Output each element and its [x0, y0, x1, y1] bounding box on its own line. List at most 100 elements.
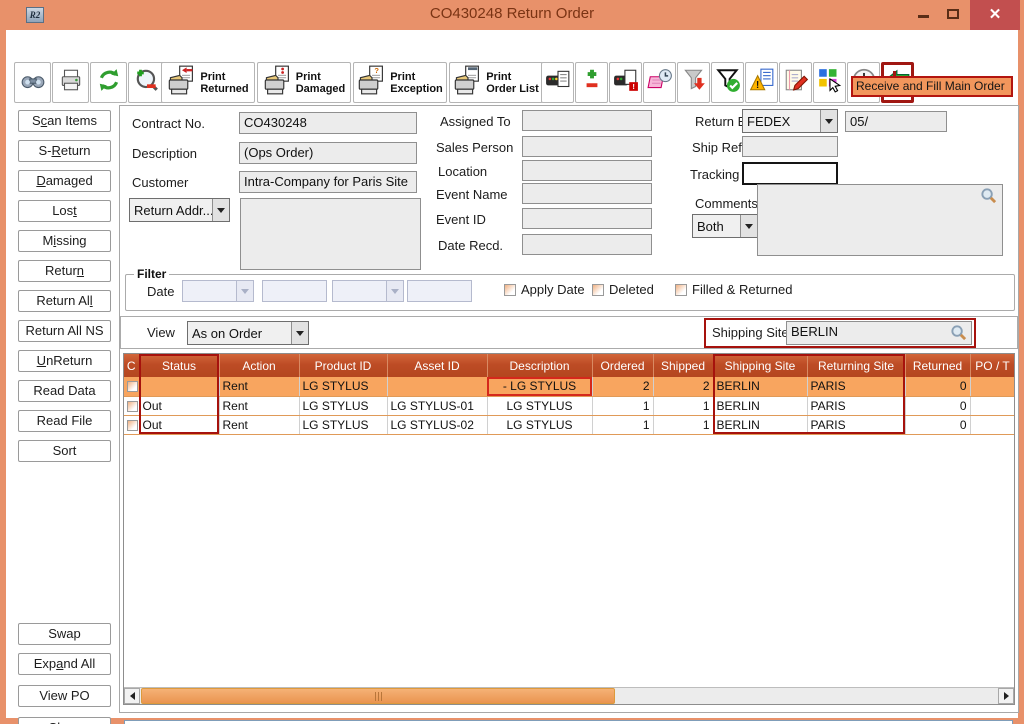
- return-date-field[interactable]: 05/: [845, 111, 947, 132]
- cell-product_id[interactable]: LG STYLUS: [299, 396, 387, 415]
- event-id-field[interactable]: [522, 208, 652, 229]
- sidebar-button-unreturn[interactable]: UnReturn: [18, 350, 111, 372]
- chevron-down-icon[interactable]: [291, 322, 308, 344]
- cell-returning_site[interactable]: PARIS: [807, 377, 905, 396]
- cell-returned[interactable]: 0: [905, 415, 970, 434]
- assigned-to-field[interactable]: [522, 110, 652, 131]
- column-header-ordered[interactable]: Ordered: [592, 354, 653, 377]
- toolbar-button-equipment-list[interactable]: [541, 62, 574, 103]
- cell-returning_site[interactable]: PARIS: [807, 396, 905, 415]
- cell-po[interactable]: [970, 396, 1015, 415]
- horizontal-scrollbar[interactable]: [124, 687, 1014, 704]
- column-header-returning_site[interactable]: Returning Site: [807, 354, 905, 377]
- cell-action[interactable]: Rent: [219, 396, 299, 415]
- cell-ordered[interactable]: 1: [592, 415, 653, 434]
- close-button[interactable]: ✕: [970, 0, 1020, 30]
- cell-asset_id[interactable]: LG STYLUS-02: [387, 415, 487, 434]
- column-header-c[interactable]: C: [124, 354, 139, 377]
- toolbar-button-refresh[interactable]: [90, 62, 127, 103]
- sidebar-button-s-return[interactable]: S-Return: [18, 140, 111, 162]
- comments-textarea[interactable]: [757, 184, 1003, 256]
- cell-asset_id[interactable]: [387, 377, 487, 396]
- toolbar-button-add-remove[interactable]: [575, 62, 608, 103]
- comments-filter-dropdown[interactable]: Both: [692, 214, 758, 238]
- toolbar-button-print[interactable]: [52, 62, 89, 103]
- cell-ordered[interactable]: 2: [592, 377, 653, 396]
- sidebar-button-damaged[interactable]: Damaged: [18, 170, 111, 192]
- cell-asset_id[interactable]: LG STYLUS-01: [387, 396, 487, 415]
- cell-product_id[interactable]: LG STYLUS: [299, 415, 387, 434]
- cell-shipping_site[interactable]: BERLIN: [713, 415, 807, 434]
- row-select-cell[interactable]: [124, 396, 139, 415]
- cell-status[interactable]: Out: [139, 415, 219, 434]
- toolbar-button-print-damaged[interactable]: PrintDamaged: [257, 62, 351, 103]
- sidebar-button-return-all[interactable]: Return All: [18, 290, 111, 312]
- column-header-action[interactable]: Action: [219, 354, 299, 377]
- cell-po[interactable]: [970, 415, 1015, 434]
- customer-field[interactable]: Intra-Company for Paris Site: [239, 171, 417, 193]
- table-row[interactable]: OutRentLG STYLUSLG STYLUS-02LG STYLUS11B…: [124, 415, 1015, 434]
- table-row[interactable]: OutRentLG STYLUSLG STYLUS-01LG STYLUS11B…: [124, 396, 1015, 415]
- toolbar-button-color-select[interactable]: [813, 62, 846, 103]
- sidebar-button-close[interactable]: Close: [18, 717, 111, 724]
- chevron-down-icon[interactable]: [212, 199, 229, 221]
- cell-shipped[interactable]: 1: [653, 415, 713, 434]
- cell-ordered[interactable]: 1: [592, 396, 653, 415]
- checkbox-icon[interactable]: [504, 284, 516, 296]
- deleted-checkbox[interactable]: Deleted: [592, 282, 654, 297]
- cell-action[interactable]: Rent: [219, 377, 299, 396]
- chevron-down-icon[interactable]: [740, 215, 757, 237]
- maximize-button[interactable]: [938, 0, 968, 30]
- toolbar-button-filter-check[interactable]: [711, 62, 744, 103]
- sidebar-button-read-file[interactable]: Read File: [18, 410, 111, 432]
- filled-returned-checkbox[interactable]: Filled & Returned: [675, 282, 792, 297]
- comments-search-icon[interactable]: [980, 187, 997, 209]
- column-header-shipping_site[interactable]: Shipping Site: [713, 354, 807, 377]
- cell-product_id[interactable]: LG STYLUS: [299, 377, 387, 396]
- cell-description[interactable]: LG STYLUS: [487, 396, 592, 415]
- chevron-down-icon[interactable]: [820, 110, 837, 132]
- sidebar-button-read-data[interactable]: Read Data: [18, 380, 111, 402]
- sidebar-button-swap[interactable]: Swap: [18, 623, 111, 645]
- scroll-right-button[interactable]: [998, 688, 1014, 704]
- checkbox-icon[interactable]: [592, 284, 604, 296]
- toolbar-button-print-exception[interactable]: ?PrintException: [353, 62, 447, 103]
- scrollbar-thumb[interactable]: [141, 688, 615, 704]
- column-header-product_id[interactable]: Product ID: [299, 354, 387, 377]
- cell-returned[interactable]: 0: [905, 396, 970, 415]
- table-row[interactable]: RentLG STYLUS- LG STYLUS22BERLINPARIS0: [124, 377, 1015, 396]
- sidebar-button-lost[interactable]: Lost: [18, 200, 111, 222]
- toolbar-button-edit-notes[interactable]: [779, 62, 812, 103]
- row-select-cell[interactable]: [124, 377, 139, 396]
- toolbar-button-zoom-adjust[interactable]: [128, 62, 165, 103]
- row-checkbox[interactable]: [127, 401, 138, 412]
- cell-returned[interactable]: 0: [905, 377, 970, 396]
- sidebar-button-missing[interactable]: Missing: [18, 230, 111, 252]
- scroll-left-button[interactable]: [124, 688, 140, 704]
- toolbar-button-print-returned[interactable]: PrintReturned: [161, 62, 255, 103]
- column-header-status[interactable]: Status: [139, 354, 219, 377]
- return-by-dropdown[interactable]: FEDEX: [742, 109, 838, 133]
- sales-person-field[interactable]: [522, 136, 652, 157]
- cell-action[interactable]: Rent: [219, 415, 299, 434]
- return-addr-textarea[interactable]: [240, 198, 421, 270]
- sidebar-button-expand-all[interactable]: Expand All: [18, 653, 111, 675]
- cell-po[interactable]: [970, 377, 1015, 396]
- event-name-field[interactable]: [522, 183, 652, 204]
- sidebar-button-view-po[interactable]: View PO: [18, 685, 111, 707]
- cell-description[interactable]: - LG STYLUS: [487, 377, 592, 396]
- cell-status[interactable]: [139, 377, 219, 396]
- row-checkbox[interactable]: [127, 420, 138, 431]
- toolbar-button-equipment-alert[interactable]: !: [609, 62, 642, 103]
- toolbar-button-filter-down[interactable]: [677, 62, 710, 103]
- column-header-po[interactable]: PO / T: [970, 354, 1015, 377]
- shipping-site-search-icon[interactable]: [950, 324, 967, 346]
- toolbar-button-print-order-list[interactable]: PrintOrder List: [449, 62, 543, 103]
- row-checkbox[interactable]: [127, 381, 138, 392]
- minimize-button[interactable]: [908, 0, 938, 30]
- return-addr-dropdown[interactable]: Return Addr...: [129, 198, 230, 222]
- column-header-asset_id[interactable]: Asset ID: [387, 354, 487, 377]
- sidebar-button-scan-items[interactable]: Scan Items: [18, 110, 111, 132]
- column-header-description[interactable]: Description: [487, 354, 592, 377]
- column-header-shipped[interactable]: Shipped: [653, 354, 713, 377]
